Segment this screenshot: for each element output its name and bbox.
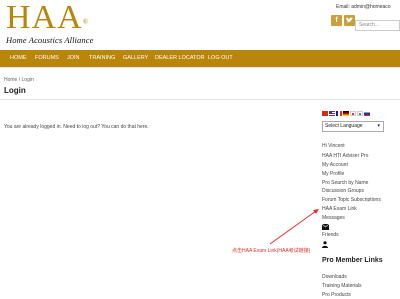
sidebar-link-my-account[interactable]: My Account bbox=[322, 162, 348, 168]
site-header: HAA® Home Acoustics Alliance Email: admi… bbox=[0, 0, 400, 50]
flag-ru-icon[interactable] bbox=[364, 111, 370, 116]
flag-de-icon[interactable] bbox=[343, 111, 349, 116]
language-select[interactable]: Select Language ▾ bbox=[322, 121, 384, 132]
pro-link-pro-products[interactable]: Pro Products bbox=[322, 292, 351, 298]
nav-training[interactable]: TRAINING bbox=[89, 50, 115, 67]
pro-link-training-materials[interactable]: Training Materials bbox=[322, 283, 362, 289]
flag-cn-icon[interactable] bbox=[322, 111, 328, 116]
facebook-icon[interactable]: f bbox=[331, 15, 342, 26]
nav-log-out[interactable]: LOG OUT bbox=[208, 50, 233, 67]
twitter-bird-icon bbox=[346, 17, 353, 23]
logo-mark: HAA bbox=[6, 0, 83, 36]
nav-dealer-locator[interactable]: DEALER LOCATOR bbox=[155, 50, 205, 67]
logged-in-notice: You are already logged in. Need to log o… bbox=[4, 124, 149, 130]
site-logo[interactable]: HAA® Home Acoustics Alliance bbox=[6, 0, 94, 46]
sidebar-link-my-profile[interactable]: My Profile bbox=[322, 171, 344, 177]
sidebar-link-discussion-groups[interactable]: Discussion Groups bbox=[322, 188, 364, 194]
nav-divider bbox=[0, 67, 400, 68]
breadcrumb[interactable]: Home / Login bbox=[4, 77, 34, 83]
logo-subtitle: Home Acoustics Alliance bbox=[6, 35, 94, 45]
main-nav: HOME FORUMS JOIN TRAINING GALLERY DEALER… bbox=[0, 50, 400, 67]
nav-gallery[interactable]: GALLERY bbox=[123, 50, 148, 67]
pro-link-downloads[interactable]: Downloads bbox=[322, 274, 347, 280]
sidebar-greeting: Hi Vincent bbox=[322, 143, 345, 149]
nav-home[interactable]: HOME bbox=[10, 50, 27, 67]
chevron-down-icon: ▾ bbox=[377, 123, 380, 129]
flag-fr-icon[interactable] bbox=[336, 111, 342, 116]
annotation-label: 点击HAA Exam Link(HAA考试链接) bbox=[232, 248, 311, 254]
sidebar-link-haa-exam[interactable]: HAA Exam Link bbox=[322, 206, 357, 212]
flag-jp-icon[interactable] bbox=[350, 111, 356, 116]
contact-email[interactable]: Email: admin@homeaco bbox=[336, 4, 391, 10]
sidebar-link-friends[interactable]: Friends bbox=[322, 232, 339, 238]
nav-forums[interactable]: FORUMS bbox=[35, 50, 59, 67]
flag-kr-icon[interactable] bbox=[357, 111, 363, 116]
person-icon[interactable] bbox=[322, 241, 328, 248]
search-input[interactable]: Search... bbox=[355, 20, 400, 31]
sidebar-link-hti-adviser-pro[interactable]: HAA HTI Adviser Pro bbox=[322, 153, 368, 159]
envelope-icon[interactable] bbox=[322, 224, 329, 230]
nav-join[interactable]: JOIN bbox=[67, 50, 80, 67]
sidebar-link-forum-subscriptions[interactable]: Forum Topic Subscriptions bbox=[322, 197, 381, 203]
twitter-icon[interactable] bbox=[344, 15, 355, 26]
registered-mark: ® bbox=[82, 18, 89, 26]
title-divider bbox=[0, 99, 400, 100]
sidebar-link-pro-search[interactable]: Pro Search by Name bbox=[322, 180, 368, 186]
language-select-value: Select Language bbox=[325, 123, 363, 129]
flag-us-icon[interactable] bbox=[329, 111, 335, 116]
page-title: Login bbox=[4, 86, 26, 95]
sidebar-link-messages[interactable]: Messages bbox=[322, 215, 345, 221]
pro-member-links-heading: Pro Member Links bbox=[322, 257, 383, 264]
